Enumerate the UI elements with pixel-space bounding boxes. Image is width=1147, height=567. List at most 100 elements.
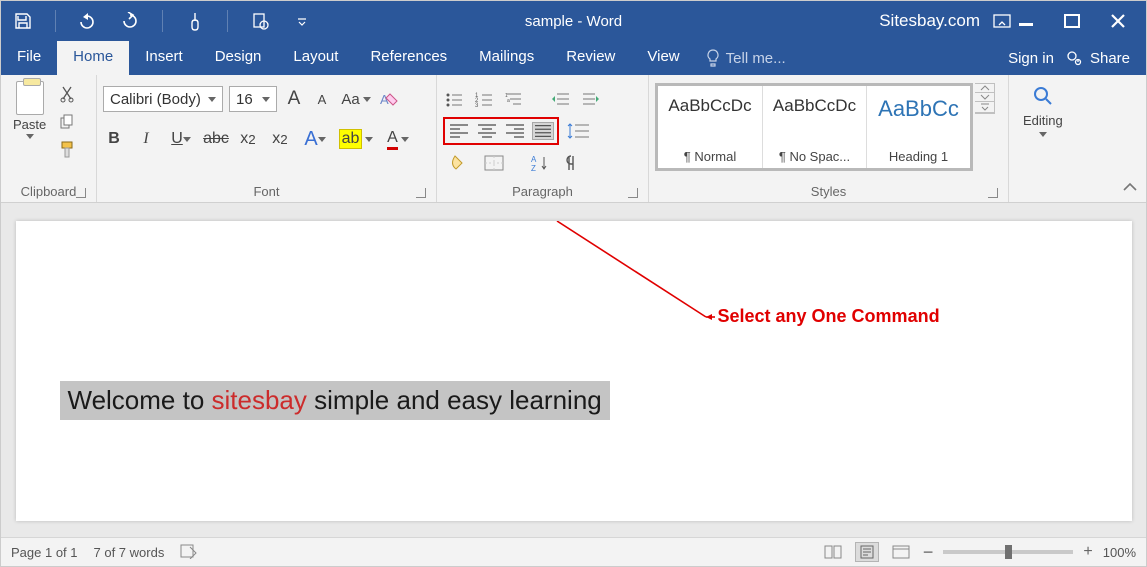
font-size-combo[interactable]: 16 bbox=[229, 86, 277, 112]
dialog-launcher-icon[interactable] bbox=[76, 188, 86, 198]
borders-button[interactable] bbox=[479, 153, 509, 173]
multilevel-list-button[interactable]: 1a bbox=[503, 89, 527, 109]
align-right-button[interactable] bbox=[503, 121, 527, 141]
ribbon-display-button[interactable] bbox=[990, 9, 1014, 33]
editing-button[interactable]: Editing bbox=[1015, 79, 1071, 180]
ribbon-tabs: File Home Insert Design Layout Reference… bbox=[1, 41, 1146, 75]
tab-insert[interactable]: Insert bbox=[129, 41, 199, 75]
web-layout-button[interactable] bbox=[889, 542, 913, 562]
zoom-in-button[interactable]: + bbox=[1083, 543, 1092, 561]
collapse-ribbon-button[interactable] bbox=[1122, 181, 1138, 196]
touch-mode-button[interactable] bbox=[183, 9, 207, 33]
gallery-down-button[interactable] bbox=[975, 93, 994, 102]
chevron-down-icon bbox=[262, 97, 270, 102]
chevron-down-icon bbox=[208, 97, 216, 102]
group-label-clipboard: Clipboard bbox=[21, 184, 77, 199]
decrease-indent-button[interactable] bbox=[549, 89, 573, 109]
grow-font-button[interactable]: A bbox=[283, 88, 305, 110]
undo-button[interactable] bbox=[76, 9, 100, 33]
show-hide-button[interactable] bbox=[559, 153, 583, 173]
chevron-down-icon bbox=[183, 137, 191, 142]
clear-formatting-button[interactable]: A bbox=[379, 88, 401, 110]
tab-layout[interactable]: Layout bbox=[277, 41, 354, 75]
gallery-up-button[interactable] bbox=[975, 84, 994, 93]
qat-customize-dropdown[interactable] bbox=[290, 9, 314, 33]
sign-in-link[interactable]: Sign in bbox=[1008, 50, 1054, 67]
paste-button[interactable]: Paste bbox=[7, 79, 52, 141]
format-painter-button[interactable] bbox=[56, 139, 78, 161]
group-label-styles: Styles bbox=[811, 184, 846, 199]
copy-button[interactable] bbox=[56, 111, 78, 133]
maximize-button[interactable] bbox=[1060, 9, 1084, 33]
line-spacing-button[interactable] bbox=[565, 121, 595, 141]
font-color-button[interactable]: A bbox=[383, 128, 413, 150]
close-button[interactable] bbox=[1106, 9, 1130, 33]
sort-button[interactable]: AZ bbox=[529, 153, 553, 173]
chevron-down-icon bbox=[26, 134, 34, 139]
tab-home[interactable]: Home bbox=[57, 41, 129, 75]
styles-gallery: AaBbCcDc ¶ Normal AaBbCcDc ¶ No Spac... … bbox=[655, 83, 973, 171]
align-left-button[interactable] bbox=[447, 121, 471, 141]
style-normal[interactable]: AaBbCcDc ¶ Normal bbox=[658, 86, 762, 168]
word-count[interactable]: 7 of 7 words bbox=[94, 545, 165, 560]
page[interactable]: Select any One Command Welcome to sitesb… bbox=[16, 221, 1132, 521]
dialog-launcher-icon[interactable] bbox=[416, 188, 426, 198]
tab-design[interactable]: Design bbox=[199, 41, 278, 75]
chevron-down-icon bbox=[318, 137, 326, 142]
selected-text[interactable]: Welcome to sitesbay simple and easy lear… bbox=[60, 381, 610, 420]
print-layout-button[interactable] bbox=[855, 542, 879, 562]
proofing-button[interactable] bbox=[180, 543, 198, 562]
share-button[interactable]: Share bbox=[1064, 48, 1130, 68]
justify-button[interactable] bbox=[531, 121, 555, 141]
tab-file[interactable]: File bbox=[1, 41, 57, 75]
shrink-font-button[interactable]: A bbox=[311, 88, 333, 110]
numbering-button[interactable]: 123 bbox=[473, 89, 497, 109]
tab-references[interactable]: References bbox=[354, 41, 463, 75]
group-clipboard: Paste Clipboard bbox=[1, 75, 97, 202]
zoom-thumb[interactable] bbox=[1005, 545, 1012, 559]
save-button[interactable] bbox=[11, 9, 35, 33]
page-indicator[interactable]: Page 1 of 1 bbox=[11, 545, 78, 560]
group-paragraph: 123 1a AZ bbox=[437, 75, 649, 202]
strikethrough-button[interactable]: abc bbox=[205, 128, 227, 150]
minimize-button[interactable] bbox=[1014, 9, 1038, 33]
subscript-button[interactable]: x2 bbox=[237, 128, 259, 150]
gallery-more-button[interactable] bbox=[975, 102, 994, 113]
increase-indent-button[interactable] bbox=[579, 89, 603, 109]
zoom-out-button[interactable]: − bbox=[923, 542, 934, 563]
svg-text:Z: Z bbox=[531, 164, 536, 172]
site-label: Sitesbay.com bbox=[879, 11, 990, 31]
print-preview-button[interactable] bbox=[248, 9, 272, 33]
dialog-launcher-icon[interactable] bbox=[628, 188, 638, 198]
underline-button[interactable]: U bbox=[167, 128, 195, 150]
bullets-button[interactable] bbox=[443, 89, 467, 109]
highlight-button[interactable]: ab bbox=[339, 128, 373, 150]
style-heading-1[interactable]: AaBbCc Heading 1 bbox=[866, 86, 970, 168]
style-no-spacing[interactable]: AaBbCcDc ¶ No Spac... bbox=[762, 86, 866, 168]
gallery-scroll bbox=[975, 83, 995, 114]
font-name-combo[interactable]: Calibri (Body) bbox=[103, 86, 223, 112]
zoom-slider[interactable] bbox=[943, 550, 1073, 554]
read-mode-button[interactable] bbox=[821, 542, 845, 562]
italic-button[interactable]: I bbox=[135, 128, 157, 150]
text-effects-button[interactable]: A bbox=[301, 128, 329, 150]
svg-text:A: A bbox=[531, 155, 537, 164]
cut-button[interactable] bbox=[56, 83, 78, 105]
editing-label: Editing bbox=[1023, 113, 1063, 128]
paste-label: Paste bbox=[13, 117, 46, 132]
zoom-level[interactable]: 100% bbox=[1103, 545, 1136, 560]
shading-button[interactable] bbox=[443, 153, 473, 173]
document-title: sample - Word bbox=[525, 13, 622, 30]
tab-review[interactable]: Review bbox=[550, 41, 631, 75]
change-case-button[interactable]: Aa bbox=[339, 88, 373, 110]
redo-button[interactable] bbox=[118, 9, 142, 33]
tell-me-input[interactable]: Tell me... bbox=[696, 41, 796, 75]
tell-me-label: Tell me... bbox=[726, 50, 786, 67]
superscript-button[interactable]: x2 bbox=[269, 128, 291, 150]
tab-view[interactable]: View bbox=[631, 41, 695, 75]
align-center-button[interactable] bbox=[475, 121, 499, 141]
dialog-launcher-icon[interactable] bbox=[988, 188, 998, 198]
tab-mailings[interactable]: Mailings bbox=[463, 41, 550, 75]
group-label-paragraph: Paragraph bbox=[512, 184, 573, 199]
bold-button[interactable]: B bbox=[103, 128, 125, 150]
